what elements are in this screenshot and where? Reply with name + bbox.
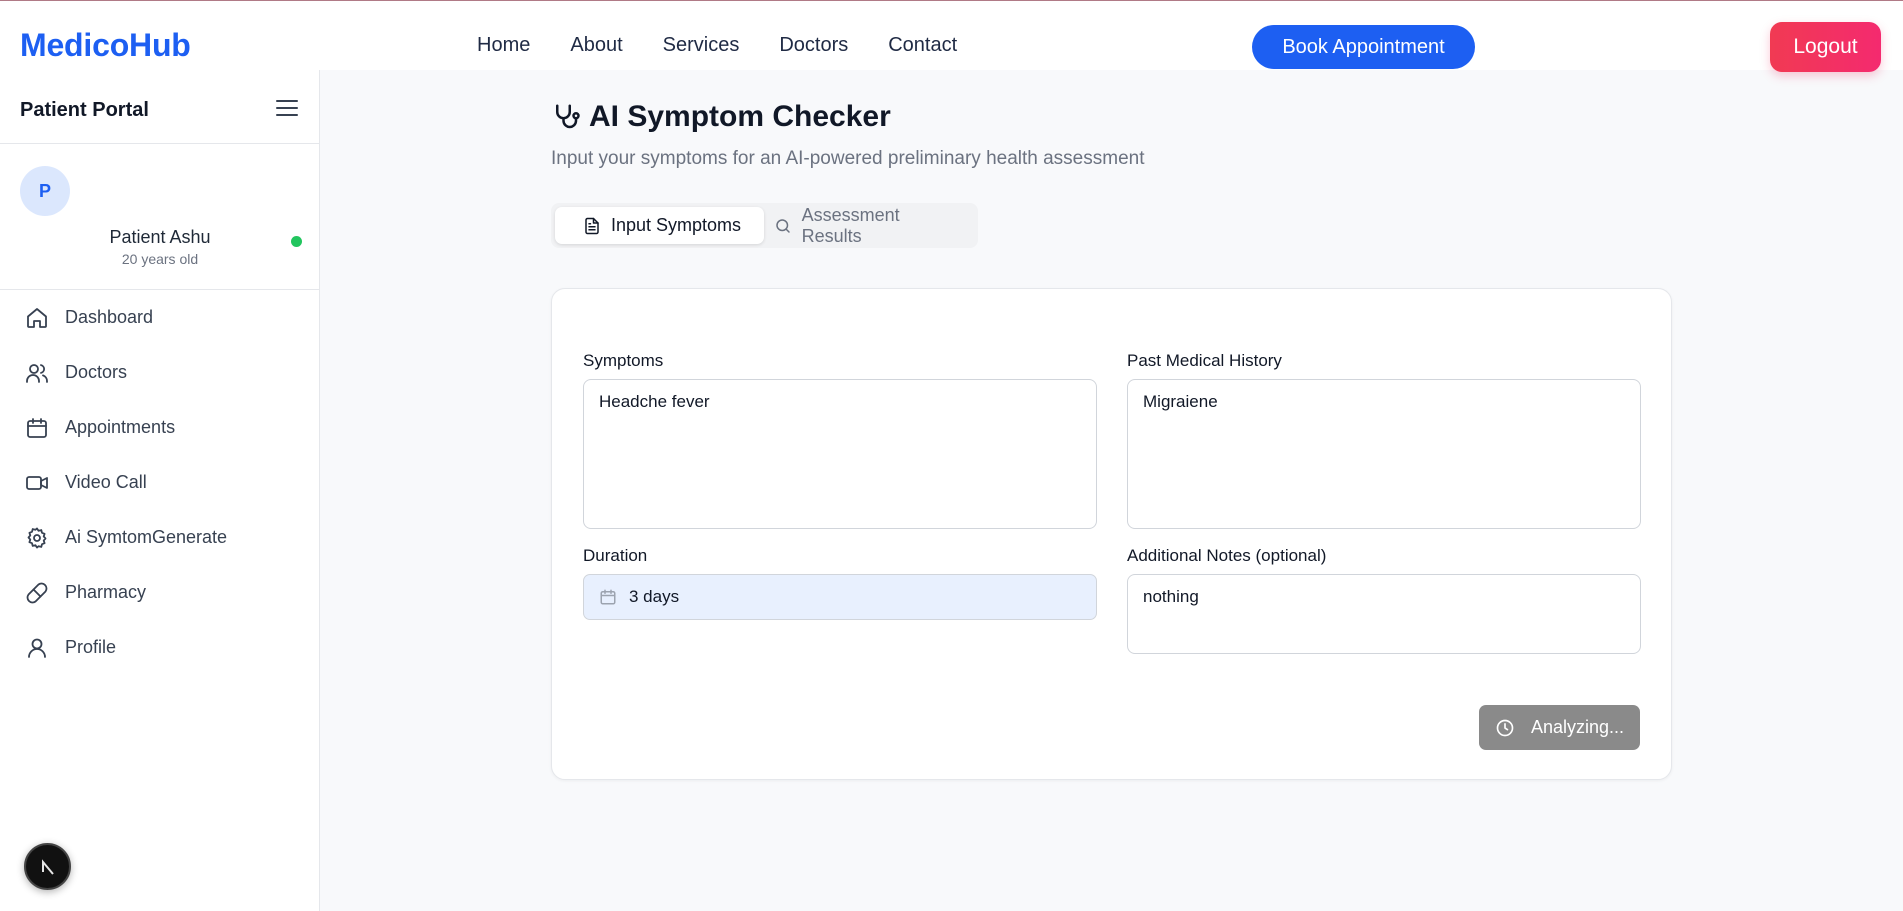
nav-link-contact[interactable]: Contact <box>888 34 957 57</box>
symptom-form-card: Symptoms Headche fever Past Medical Hist… <box>551 288 1672 780</box>
tab-bar: Input Symptoms Assessment Results <box>551 203 978 248</box>
nav-link-home[interactable]: Home <box>477 34 530 57</box>
avatar: P <box>20 166 70 216</box>
calendar-icon <box>599 588 617 606</box>
video-icon <box>25 471 49 495</box>
n-logo-icon <box>41 858 54 875</box>
duration-label: Duration <box>583 546 648 565</box>
book-appointment-button[interactable]: Book Appointment <box>1252 25 1475 69</box>
page-title-row: AI Symptom Checker <box>551 100 891 134</box>
logout-button[interactable]: Logout <box>1770 22 1881 72</box>
top-navbar: MedicoHub Home About Services Doctors Co… <box>0 0 1903 72</box>
tab-assessment-results[interactable]: Assessment Results <box>764 204 974 246</box>
stethoscope-icon <box>551 102 581 132</box>
sidebar-item-label: Profile <box>65 637 117 657</box>
brand-logo[interactable]: MedicoHub <box>20 27 191 64</box>
symptoms-label: Symptoms <box>583 351 664 370</box>
user-icon <box>25 636 49 660</box>
patient-name: Patient Ashu <box>109 227 211 247</box>
tab-label: Input Symptoms <box>611 215 742 235</box>
sidebar-item-doctors[interactable]: Doctors <box>0 345 320 400</box>
document-icon <box>583 217 601 235</box>
sidebar-menu: Dashboard Doctors Appointments Video Cal… <box>0 290 320 675</box>
tab-input-symptoms[interactable]: Input Symptoms <box>555 207 764 244</box>
analyze-button[interactable]: Analyzing... <box>1479 705 1640 750</box>
symptoms-textarea[interactable]: Headche fever <box>583 379 1097 529</box>
medical-history-textarea[interactable]: Migraiene <box>1127 379 1641 529</box>
users-icon <box>25 361 49 385</box>
sidebar-item-label: Dashboard <box>65 307 154 327</box>
sidebar-item-label: Video Call <box>65 472 147 492</box>
medical-history-label: Past Medical History <box>1127 351 1282 370</box>
gear-icon <box>25 526 49 550</box>
additional-notes-textarea[interactable]: nothing <box>1127 574 1641 654</box>
duration-field[interactable]: 3 days <box>583 574 1097 620</box>
analyze-button-label: Analyzing... <box>1530 717 1625 737</box>
nav-link-about[interactable]: About <box>570 34 622 57</box>
sidebar-title: Patient Portal <box>20 99 149 121</box>
page-subtitle: Input your symptoms for an AI-powered pr… <box>551 148 1145 169</box>
assistant-launcher-button[interactable] <box>24 843 71 890</box>
page-title: AI Symptom Checker <box>589 100 891 133</box>
search-icon <box>774 217 792 235</box>
sidebar-item-appointments[interactable]: Appointments <box>0 400 320 455</box>
calendar-icon <box>25 416 49 440</box>
sidebar-item-profile[interactable]: Profile <box>0 620 320 675</box>
sidebar-item-label: Ai SymtomGenerate <box>65 527 228 547</box>
sidebar-item-label: Pharmacy <box>65 582 147 602</box>
menu-icon[interactable] <box>276 100 298 118</box>
sidebar-item-dashboard[interactable]: Dashboard <box>0 290 320 345</box>
nav-link-services[interactable]: Services <box>663 34 740 57</box>
pill-icon <box>25 581 49 605</box>
sidebar-item-pharmacy[interactable]: Pharmacy <box>0 565 320 620</box>
sidebar-item-label: Doctors <box>65 362 128 382</box>
home-icon <box>25 306 49 330</box>
sidebar-item-ai-symptom[interactable]: Ai SymtomGenerate <box>0 510 320 565</box>
tab-label: Assessment Results <box>801 204 900 246</box>
sidebar-header: Patient Portal <box>0 70 319 144</box>
sidebar-item-label: Appointments <box>65 417 176 437</box>
duration-value: 3 days <box>629 587 680 606</box>
patient-age: 20 years old <box>121 251 199 267</box>
patient-profile-card: P <box>0 144 319 290</box>
sidebar: Patient Portal P Patient Ashu 20 years o… <box>0 70 320 911</box>
sidebar-item-video-call[interactable]: Video Call <box>0 455 320 510</box>
nav-link-doctors[interactable]: Doctors <box>779 34 848 57</box>
nav-links: Home About Services Doctors Contact <box>477 34 997 57</box>
additional-notes-label: Additional Notes (optional) <box>1127 546 1327 565</box>
clock-icon <box>1495 718 1515 738</box>
